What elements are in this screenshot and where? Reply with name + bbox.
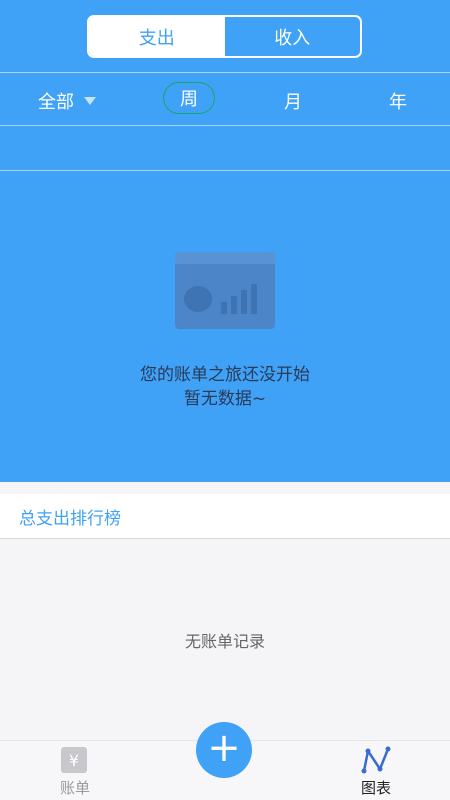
type-segmented-control: 支出 收入 [87, 15, 362, 58]
divider [0, 538, 450, 539]
line-chart-icon [361, 746, 391, 774]
divider [0, 170, 450, 171]
empty-chart-illustration-icon [175, 252, 275, 329]
plus-icon: + [207, 725, 241, 771]
add-record-button[interactable]: + [196, 722, 252, 778]
ranking-title: 总支出排行榜 [19, 509, 121, 529]
chart-header-panel: 支出 收入 全部 周 月 年 您的账单之旅还没开始 暂无数据~ [0, 0, 450, 482]
tab-bill-label: 账单 [59, 779, 90, 797]
period-week[interactable]: 周 [163, 82, 215, 114]
period-month[interactable]: 月 [284, 88, 302, 114]
empty-state-message: 您的账单之旅还没开始 [140, 365, 310, 385]
tab-bill[interactable]: ¥ 账单 [55, 745, 95, 797]
category-filter[interactable]: 全部 [38, 88, 96, 114]
divider [0, 125, 450, 126]
category-filter-label: 全部 [38, 92, 74, 113]
tab-chart[interactable]: 图表 [356, 745, 396, 797]
empty-state-submessage: 暂无数据~ [183, 389, 267, 409]
period-year[interactable]: 年 [389, 88, 407, 114]
dropdown-arrow-icon [84, 97, 96, 105]
expense-tab[interactable]: 支出 [89, 17, 225, 56]
income-tab[interactable]: 收入 [225, 17, 361, 56]
tab-chart-label: 图表 [360, 779, 391, 797]
ranking-header: 总支出排行榜 [0, 494, 450, 539]
bill-icon: ¥ [61, 747, 87, 773]
divider [0, 72, 450, 73]
no-record-text: 无账单记录 [184, 632, 265, 651]
